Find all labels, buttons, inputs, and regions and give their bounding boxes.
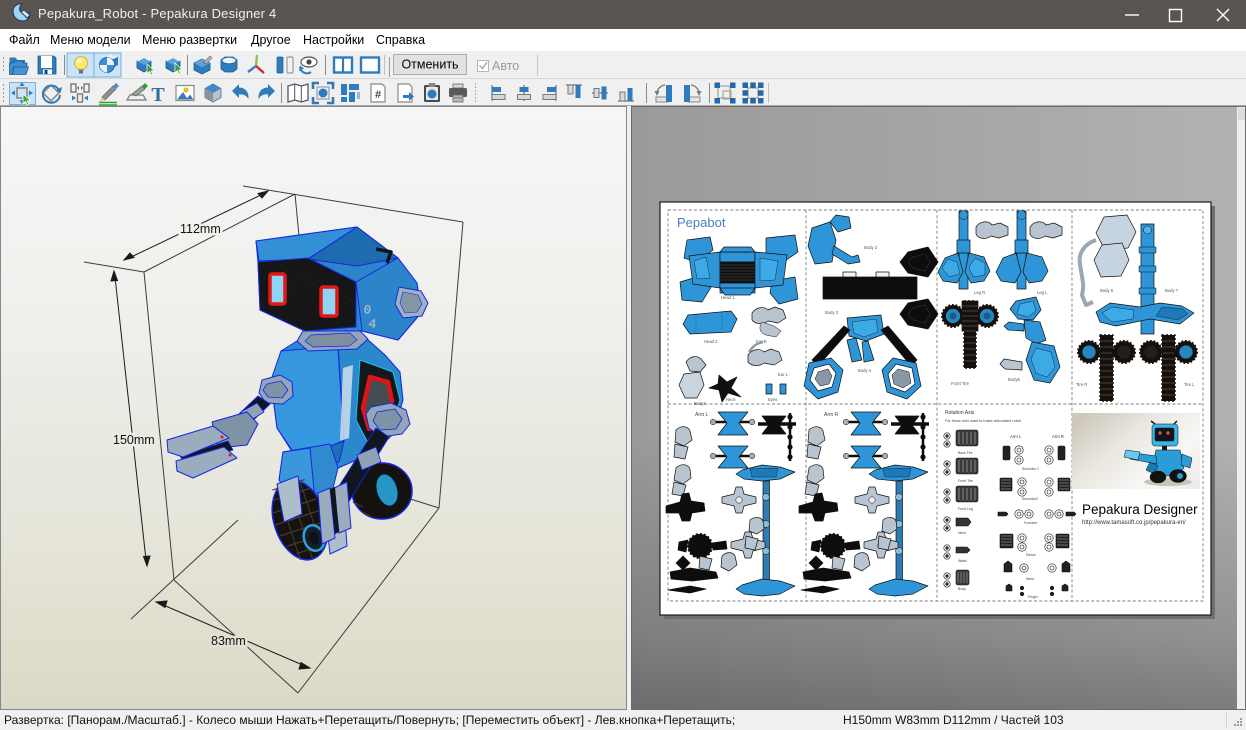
svg-text:Rotation Axis: Rotation Axis — [945, 410, 975, 416]
svg-text:Body 4: Body 4 — [858, 368, 872, 373]
svg-text:Waist: Waist — [958, 559, 967, 563]
svg-text:Tire R: Tire R — [1076, 382, 1087, 387]
svg-text:Авто: Авто — [492, 59, 519, 73]
svg-text:Body: Body — [958, 587, 966, 591]
svg-text:Neck: Neck — [726, 397, 736, 402]
svg-text:Head 1: Head 1 — [721, 295, 735, 300]
svg-text:Ear L: Ear L — [778, 372, 789, 377]
svg-text:Front Tire: Front Tire — [958, 479, 973, 483]
svg-text:Body1: Body1 — [694, 401, 707, 406]
svg-text:Pepakura Designer: Pepakura Designer — [1082, 502, 1198, 517]
svg-text:Body5: Body5 — [1008, 377, 1021, 382]
svg-text:Shoulder 1: Shoulder 1 — [1022, 467, 1039, 471]
svg-text:Front Leg: Front Leg — [958, 507, 973, 511]
svg-text:For those who want to make art: For those who want to make articulated r… — [945, 419, 1022, 423]
svg-text:150mm: 150mm — [113, 433, 155, 447]
svg-text:Forearm: Forearm — [1024, 521, 1037, 525]
svg-text:http://www.tamasoft.co.jp/pepa: http://www.tamasoft.co.jp/pepakura-en/ — [1082, 520, 1186, 526]
svg-text:Front Tire: Front Tire — [951, 381, 970, 386]
svg-text:Body 3: Body 3 — [825, 310, 839, 315]
svg-text:Body 2: Body 2 — [864, 245, 878, 250]
svg-text:Body 7: Body 7 — [1165, 288, 1179, 293]
svg-text:Back Tire: Back Tire — [958, 451, 973, 455]
svg-text:Body 6: Body 6 — [1100, 288, 1114, 293]
svg-text:Arm L: Arm L — [1010, 434, 1022, 439]
svg-text:Отменить: Отменить — [401, 58, 458, 72]
svg-text:#: # — [375, 89, 381, 101]
svg-text:Wrist: Wrist — [1026, 577, 1034, 581]
svg-text:83mm: 83mm — [211, 634, 246, 648]
svg-text:Leg R: Leg R — [974, 290, 985, 295]
svg-text:Head 2: Head 2 — [704, 339, 718, 344]
svg-text:T: T — [151, 84, 165, 106]
svg-text:Eyes: Eyes — [768, 397, 777, 402]
svg-text:Tire L: Tire L — [1184, 382, 1195, 387]
svg-text:Arm R: Arm R — [1052, 434, 1064, 439]
svg-text:Leg L: Leg L — [1037, 290, 1048, 295]
svg-text:Pepabot: Pepabot — [677, 215, 726, 230]
svg-text:Elbow: Elbow — [1026, 553, 1036, 557]
svg-text:112mm: 112mm — [180, 222, 221, 236]
svg-text:Arm R: Arm R — [824, 412, 839, 418]
svg-text:Arm L: Arm L — [695, 412, 709, 418]
svg-text:Shoulder2: Shoulder2 — [1022, 497, 1038, 501]
svg-text:Finger: Finger — [1028, 595, 1039, 599]
svg-text:Neck: Neck — [958, 531, 966, 535]
